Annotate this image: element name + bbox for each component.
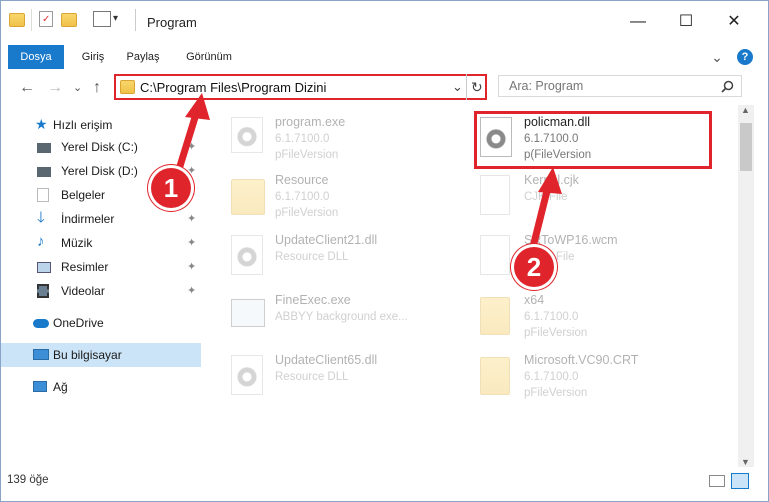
tiles-view-icon[interactable] xyxy=(731,473,749,489)
arrow-to-file xyxy=(527,167,562,259)
scroll-up-arrow-icon[interactable]: ▲ xyxy=(741,105,750,115)
explorer-window: ✓ ▾ Program — ☐ ✕ Dosya Giriş Paylaş Gör… xyxy=(0,0,769,502)
step-badge-2: 2 xyxy=(514,247,554,287)
item-count: 139 öğe xyxy=(7,474,49,486)
arrow-to-address-bar xyxy=(172,93,210,183)
scrollbar-thumb[interactable] xyxy=(740,123,752,171)
details-view-icon[interactable] xyxy=(709,475,725,487)
scroll-down-arrow-icon[interactable]: ▼ xyxy=(741,457,750,467)
step-badge-1: 1 xyxy=(151,168,191,208)
annotation-arrows xyxy=(172,93,562,259)
